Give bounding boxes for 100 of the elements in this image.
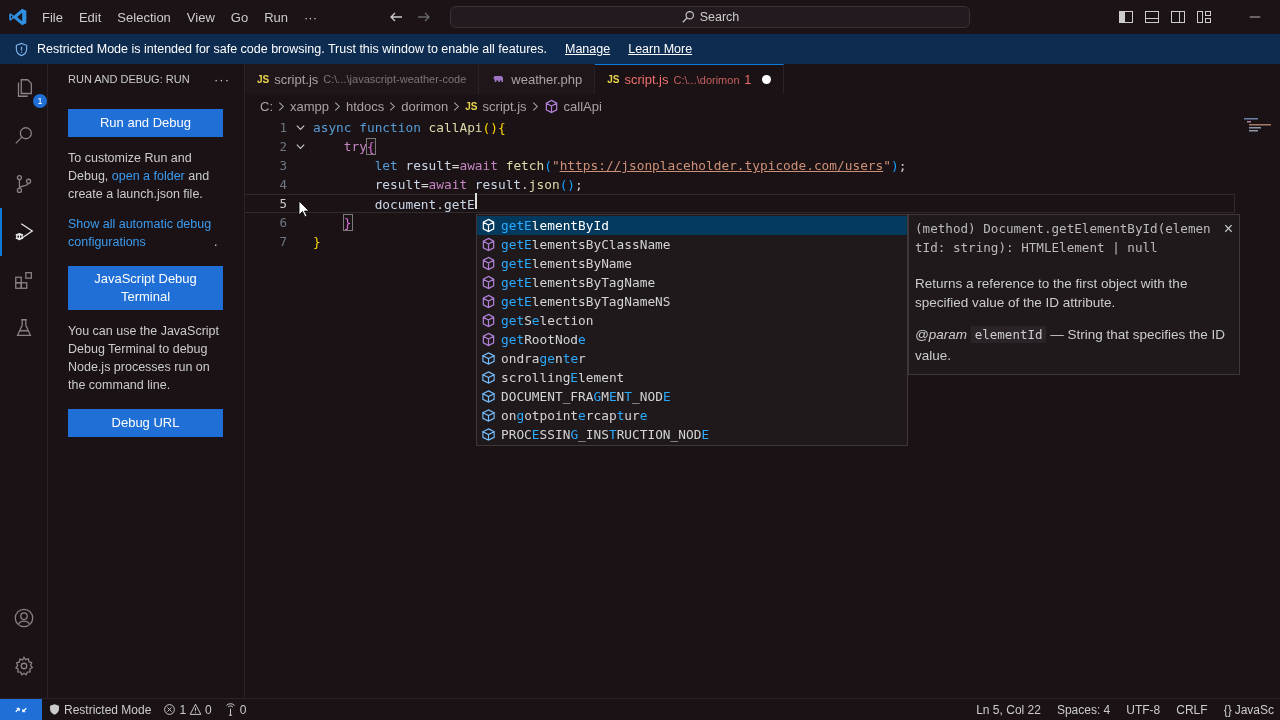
banner-link[interactable]: Learn More [628, 42, 693, 56]
chevron-icon [531, 100, 539, 112]
fold-chevron-icon[interactable] [294, 122, 306, 133]
action-button[interactable]: JavaScript Debug Terminal [68, 266, 223, 310]
menu-item[interactable]: ··· [296, 9, 325, 25]
braces-icon[interactable]: {} [1223, 702, 1232, 717]
line-number: 7 [278, 234, 287, 249]
shield-icon [14, 41, 29, 57]
app-logo-icon [8, 7, 28, 27]
suggestion-item[interactable]: getElementById [477, 216, 907, 235]
suggestion-item[interactable]: ongotpointercapture [477, 406, 907, 425]
sidebar-layout-icon[interactable] [1118, 9, 1134, 25]
breadcrumb-item[interactable]: callApi [563, 98, 602, 114]
status-item[interactable]: UTF-8 [1120, 702, 1167, 717]
customize-layout-icon[interactable] [1196, 9, 1212, 25]
chevron-icon [453, 100, 461, 112]
breadcrumb-item[interactable]: dorimon [401, 98, 449, 114]
code-line: try{ [342, 138, 375, 156]
suggestion-item[interactable]: getElementsByClassName [477, 235, 907, 254]
text-link[interactable]: Show all automatic debug configurations [68, 215, 214, 251]
error-count[interactable]: 1 [179, 702, 187, 717]
tab-title: script.js [274, 71, 319, 87]
shield-icon[interactable] [48, 703, 61, 716]
field-icon [481, 351, 496, 366]
minimap-drawing [1244, 118, 1272, 132]
status-item[interactable]: Restricted Mode [64, 702, 152, 717]
editor-tab[interactable]: weather.php [479, 64, 596, 94]
suggestion-item[interactable]: getRootNode [477, 330, 907, 349]
breadcrumb-item[interactable]: xampp [290, 98, 330, 114]
status-item[interactable]: CRLF [1170, 702, 1214, 717]
warning-count[interactable]: 0 [205, 702, 212, 717]
line-number: 4 [278, 177, 287, 192]
field-icon [481, 427, 496, 442]
suggestion-item[interactable]: getElementsByTagName [477, 273, 907, 292]
sidebar-title: RUN AND DEBUG: RUN [68, 73, 190, 85]
warning-icon[interactable] [189, 703, 203, 716]
remote-button[interactable] [0, 699, 42, 720]
extensions-icon[interactable] [12, 269, 35, 291]
notification-badge: 1 [33, 94, 47, 108]
error-icon[interactable] [163, 703, 177, 716]
editor-tab[interactable]: JS script.js C:\...\dorimon 1 [595, 64, 785, 94]
menu-item[interactable]: Edit [70, 9, 110, 25]
line-number: 6 [278, 215, 287, 230]
banner-link[interactable]: Manage [565, 42, 611, 56]
problem-count: 1 [744, 72, 752, 87]
suggestion-item[interactable]: PROCESSING_INSTRUCTION_NODE [477, 425, 907, 444]
code-line: document.getE [313, 193, 477, 214]
menu-item[interactable]: Go [222, 9, 257, 25]
chevron-icon [389, 100, 397, 112]
port-count[interactable]: 0 [239, 702, 247, 717]
suggestion-item[interactable]: DOCUMENT_FRAGMENT_NODE [477, 387, 907, 406]
field-icon [481, 389, 496, 404]
tab-title: weather.php [511, 71, 583, 87]
field-icon [481, 408, 496, 423]
action-button[interactable]: Run and Debug [68, 109, 223, 137]
suggestion-item[interactable]: getElementsByTagNameNS [477, 292, 907, 311]
cube-icon [481, 332, 496, 347]
editor-tab[interactable]: JS script.js C:\...\javascript-weather-code [245, 64, 480, 94]
status-item[interactable]: Ln 5, Col 22 [970, 702, 1047, 717]
field-icon [481, 370, 496, 385]
search-field[interactable]: Search [450, 6, 970, 28]
suggestion-item[interactable]: scrollingElement [477, 368, 907, 387]
suggestion-item[interactable]: ondragenter [477, 349, 907, 368]
suggestion-item[interactable]: getElementsByName [477, 254, 907, 273]
js-file-icon: JS [465, 100, 478, 112]
fold-chevron-icon[interactable] [294, 141, 306, 152]
suggestion-item[interactable]: getSelection [477, 311, 907, 330]
text-link[interactable]: open a folder [111, 169, 185, 183]
breadcrumb-item[interactable]: htdocs [346, 98, 385, 114]
account-icon[interactable] [12, 607, 35, 629]
more-actions-button[interactable]: ··· [214, 71, 230, 87]
breadcrumb-item[interactable]: script.js [482, 98, 527, 114]
method-description: Returns a reference to the first object with the specified value of the ID attribute. [915, 275, 1189, 312]
panel-layout-icon[interactable] [1144, 9, 1160, 25]
code-line: async function callApi(){ [313, 119, 506, 137]
menu-item[interactable]: View [178, 9, 223, 25]
menu-item[interactable]: File [34, 9, 71, 25]
menu-item[interactable]: Selection [109, 9, 179, 25]
status-item[interactable]: Spaces: 4 [1050, 702, 1117, 717]
menu-item[interactable]: Run [256, 9, 296, 25]
action-button[interactable]: Debug URL [68, 409, 223, 437]
split-layout-icon[interactable] [1170, 9, 1186, 25]
method-signature: (method) Document.getElementById(elementId: string): HTMLElement | null [915, 220, 1212, 257]
cube-icon [543, 98, 559, 114]
help-text: To customize Run and Debug, open a folder and create a launch.json file. [68, 150, 211, 203]
chevron-icon [334, 100, 342, 112]
line-number: 2 [278, 139, 287, 154]
js-file-icon: JS [607, 74, 620, 85]
line-number: 1 [278, 120, 287, 135]
close-button[interactable]: × [1223, 219, 1233, 238]
help-text: Show all automatic debug configurations . [68, 215, 219, 251]
settings-icon[interactable] [12, 655, 35, 677]
line-number: 5 [278, 196, 287, 211]
language-status[interactable]: JavaSc [1234, 702, 1274, 717]
search-icon [680, 10, 695, 24]
js-file-icon: JS [257, 73, 270, 85]
tab-path: C:\...\javascript-weather-code [323, 73, 467, 85]
breadcrumb-item[interactable]: C: [260, 98, 273, 114]
cube-icon [481, 294, 496, 309]
cube-icon [481, 313, 496, 328]
